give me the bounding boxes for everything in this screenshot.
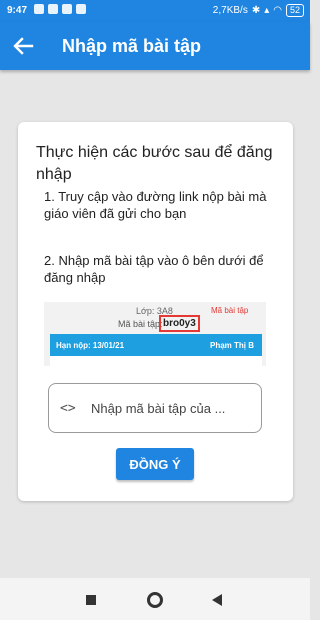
message-icon (48, 4, 58, 14)
example-annotation: Mã bài tập (211, 306, 249, 315)
battery-icon: 52 (285, 4, 304, 17)
signal-icon: ▴ (264, 5, 270, 16)
example-deadline: Hạn nộp: 13/01/21 (56, 341, 125, 350)
card-title: Thực hiện các bước sau để đăng nhập (36, 144, 273, 183)
example-code-highlight: bro0y3 (159, 315, 200, 332)
example-code-label: Mã bài tập: (118, 319, 163, 329)
home-button[interactable] (147, 592, 163, 608)
chat-icon (62, 4, 72, 14)
recents-button[interactable] (86, 595, 96, 605)
example-content-area (50, 356, 262, 366)
login-card: Thực hiện các bước sau để đăng nhập 1. T… (18, 122, 293, 501)
example-teacher: Phạm Thị B (209, 341, 254, 350)
notification-icons (34, 4, 86, 14)
mail-icon (34, 4, 44, 14)
page-title: Nhập mã bài tập (62, 36, 202, 56)
system-nav-bar (0, 578, 310, 620)
example-header-bar: Hạn nộp: 13/01/21 Phạm Thị B (50, 334, 262, 356)
app-icon (76, 4, 86, 14)
system-back-button[interactable] (212, 594, 222, 606)
instruction-step-1: 1. Truy cập vào đường link nộp bài mà gi… (44, 189, 267, 221)
code-input-placeholder: Nhập mã bài tập của ... (91, 400, 226, 416)
back-button[interactable] (10, 34, 36, 58)
code-input[interactable]: <> Nhập mã bài tập của ... (48, 383, 262, 433)
status-time: 9:47 (7, 5, 28, 16)
example-image: Lớp: 3A8 Mã bài tập Mã bài tập: bro0y3 H… (44, 302, 266, 366)
status-bar: 9:47 2,7KB/s ✱ ▴ ◠ 52 (0, 0, 310, 22)
status-right: 2,7KB/s ✱ ▴ ◠ 52 (213, 4, 304, 17)
arrow-left-icon (13, 37, 34, 55)
app-bar: Nhập mã bài tập (0, 22, 310, 70)
bluetooth-icon: ✱ (251, 5, 261, 16)
wifi-icon: ◠ (273, 5, 282, 16)
network-speed: 2,7KB/s (212, 5, 248, 16)
instruction-step-2: 2. Nhập mã bài tập vào ô bên dưới để đăn… (44, 253, 264, 285)
confirm-button[interactable]: ĐỒNG Ý (116, 448, 194, 480)
code-brackets-icon: <> (60, 400, 76, 416)
